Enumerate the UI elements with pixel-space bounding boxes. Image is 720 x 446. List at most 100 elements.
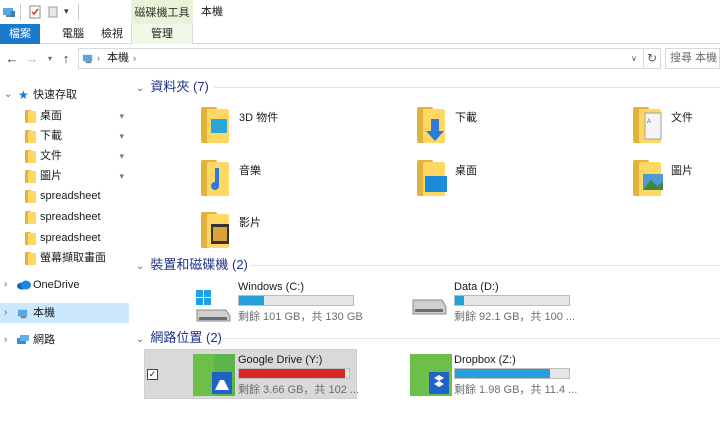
drive-free-space: 剩餘 3.66 GB，共 102 ... xyxy=(238,384,360,396)
section-divider xyxy=(214,87,720,88)
nav-onedrive[interactable]: › OneDrive xyxy=(0,275,129,295)
nav-label: OneDrive xyxy=(33,279,80,291)
folder-icon xyxy=(25,232,36,245)
folder-icon xyxy=(25,150,36,163)
title-bar: ▾ xyxy=(0,0,720,24)
folder-icon xyxy=(25,252,36,265)
nav-quick-item[interactable]: 螢幕擷取畫面 xyxy=(0,248,129,268)
network-icon xyxy=(17,335,29,344)
dropbox-icon xyxy=(410,354,452,396)
address-dropdown-icon[interactable]: ∨ xyxy=(631,49,637,68)
chevron-right-icon[interactable]: › xyxy=(4,330,7,350)
folder-name: 圖片 xyxy=(671,165,693,177)
drive-free-space: 剩餘 101 GB，共 130 GB xyxy=(238,311,363,323)
nav-quick-access[interactable]: ⌄ ★ 快速存取 xyxy=(0,85,129,105)
folder-name: 文件 xyxy=(671,112,693,124)
context-tab-drive-tools: 磁碟機工具 xyxy=(131,0,193,26)
address-bar[interactable]: › 本機 › ∨ xyxy=(78,48,644,69)
drive-name: Data (D:) xyxy=(454,281,499,293)
nav-quick-item[interactable]: 下載 ▾ xyxy=(0,126,129,146)
cloud-icon xyxy=(17,280,31,290)
drive-name: Google Drive (Y:) xyxy=(238,354,323,366)
window-title: 本機 xyxy=(201,6,223,18)
section-folders-header[interactable]: ⌄ 資料夾 (7) xyxy=(136,77,209,97)
nav-label: 快速存取 xyxy=(33,89,77,101)
nav-quick-item[interactable]: 圖片 ▾ xyxy=(0,166,129,186)
pin-icon[interactable]: ▾ xyxy=(119,106,124,126)
chevron-down-icon[interactable]: ⌄ xyxy=(4,85,12,105)
nav-label: spreadsheet xyxy=(40,232,101,244)
drive-usage-fill xyxy=(455,296,465,305)
drive-usage-bar xyxy=(454,295,570,306)
tab-file[interactable]: 檔案 xyxy=(0,24,40,44)
folder-item[interactable]: 3D 物件 xyxy=(201,105,371,145)
folder-icon xyxy=(417,107,445,143)
ribbon-tabs: 檔案 電腦 檢視 管理 xyxy=(0,24,720,44)
section-title: 資料夾 (7) xyxy=(150,79,209,94)
pin-icon[interactable]: ▾ xyxy=(119,146,124,166)
section-devices-header[interactable]: ⌄ 裝置和磁碟機 (2) xyxy=(136,255,248,275)
breadcrumb-separator-icon[interactable]: › xyxy=(97,49,100,68)
folder-name: 下載 xyxy=(455,112,477,124)
chevron-down-icon[interactable]: ⌄ xyxy=(136,334,144,345)
svg-text:A: A xyxy=(647,119,651,125)
folder-item[interactable]: 下載 xyxy=(417,105,587,145)
nav-network[interactable]: › 網路 xyxy=(0,330,129,350)
back-arrow-icon[interactable]: ← xyxy=(4,50,20,68)
drive-usage-bar xyxy=(454,368,570,379)
nav-label: spreadsheet xyxy=(40,190,101,202)
drive-free-space: 剩餘 1.98 GB，共 11.4 ... xyxy=(454,384,578,396)
folder-icon xyxy=(25,190,36,203)
section-title: 網路位置 (2) xyxy=(150,330,222,345)
nav-quick-item[interactable]: spreadsheet xyxy=(0,186,129,206)
folder-item[interactable]: 音樂 xyxy=(201,158,371,198)
folder-item[interactable]: 桌面 xyxy=(417,158,587,198)
chevron-right-icon[interactable]: › xyxy=(4,275,7,295)
folder-icon xyxy=(417,160,447,196)
forward-arrow-icon[interactable]: → xyxy=(24,50,40,68)
chevron-down-icon[interactable]: ⌄ xyxy=(136,261,144,272)
up-arrow-icon[interactable]: ↑ xyxy=(58,50,74,68)
pin-icon[interactable]: ▾ xyxy=(119,126,124,146)
tab-computer[interactable]: 電腦 xyxy=(55,24,91,44)
item-checkbox[interactable]: ✓ xyxy=(147,369,158,380)
toolbar-divider xyxy=(20,4,21,20)
chevron-down-icon[interactable]: ⌄ xyxy=(136,83,144,94)
folder-icon xyxy=(25,130,36,143)
nav-quick-item[interactable]: 桌面 ▾ xyxy=(0,106,129,126)
section-network-header[interactable]: ⌄ 網路位置 (2) xyxy=(136,328,222,348)
nav-label: 網路 xyxy=(33,334,55,346)
drive-usage-bar xyxy=(238,295,354,306)
drive-name: Windows (C:) xyxy=(238,281,305,293)
tab-manage[interactable]: 管理 xyxy=(131,24,193,44)
nav-label: 文件 xyxy=(40,150,62,162)
pin-icon[interactable]: ▾ xyxy=(119,166,124,186)
refresh-icon[interactable]: ↻ xyxy=(644,48,661,69)
address-row: ← → ▾ ↑ › 本機 › ∨ ↻ 搜尋 本機 xyxy=(0,46,720,72)
customize-quick-access-icon[interactable]: ▾ xyxy=(64,6,69,17)
recent-locations-chevron-icon[interactable]: ▾ xyxy=(42,50,58,68)
nav-label: 桌面 xyxy=(40,110,62,122)
nav-this-pc[interactable]: › 本機 xyxy=(0,303,129,323)
folder-item[interactable]: A 文件 xyxy=(633,105,720,145)
section-title: 裝置和磁碟機 (2) xyxy=(150,257,248,272)
chevron-right-icon[interactable]: › xyxy=(4,303,7,323)
nav-label: spreadsheet xyxy=(40,211,101,223)
this-pc-icon xyxy=(17,309,28,319)
folder-item[interactable]: 影片 xyxy=(201,210,371,250)
nav-quick-item[interactable]: spreadsheet xyxy=(0,207,129,227)
drive-usage-bar xyxy=(238,368,350,379)
nav-quick-item[interactable]: 文件 ▾ xyxy=(0,146,129,166)
breadcrumb-this-pc[interactable]: 本機 xyxy=(107,49,129,68)
nav-label: 本機 xyxy=(33,307,55,319)
folder-item[interactable]: 圖片 xyxy=(633,158,720,198)
search-input[interactable]: 搜尋 本機 xyxy=(665,48,720,69)
hard-drive-icon xyxy=(412,299,447,315)
breadcrumb-separator-icon[interactable]: › xyxy=(133,49,136,68)
nav-label: 下載 xyxy=(40,130,62,142)
nav-quick-item[interactable]: spreadsheet xyxy=(0,228,129,248)
new-folder-icon[interactable] xyxy=(46,5,60,19)
folder-name: 影片 xyxy=(239,217,261,229)
properties-icon[interactable] xyxy=(28,5,42,19)
tab-view[interactable]: 檢視 xyxy=(94,24,130,44)
